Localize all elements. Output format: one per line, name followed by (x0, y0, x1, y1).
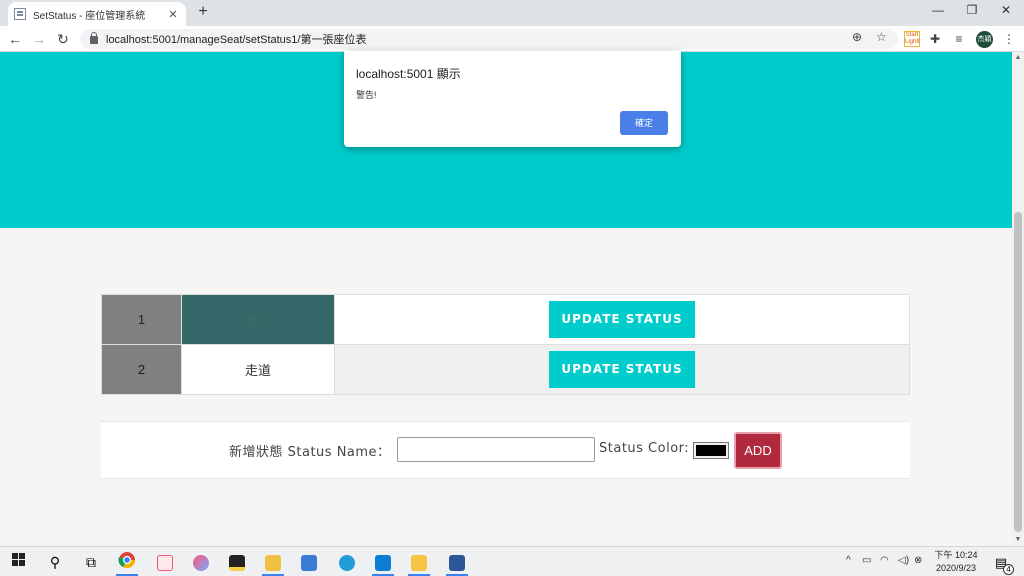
volume-icon[interactable]: ◁) (898, 555, 909, 566)
windows-start-icon[interactable] (8, 551, 30, 573)
scroll-up-icon[interactable]: ▲ (1012, 52, 1024, 64)
zoom-icon[interactable]: ⊕ (852, 30, 862, 44)
clock-date: 2020/9/23 (935, 563, 977, 573)
dialog-message: 警告! (356, 90, 377, 100)
extensions-puzzle-icon[interactable]: ✚ (926, 30, 944, 48)
edge-icon[interactable] (336, 551, 358, 573)
action-cell: UPDATE STATUS (334, 294, 910, 345)
color-swatch (696, 445, 726, 456)
system-clock[interactable]: 下午 10:24 2020/9/23 (928, 549, 984, 575)
bookmark-star-icon[interactable]: ☆ (876, 30, 887, 44)
status-color-picker[interactable] (693, 442, 729, 459)
status-color-label: Status Color: (599, 441, 690, 456)
notification-center-icon[interactable]: ▤ 4 (990, 551, 1014, 575)
back-button[interactable]: ← (6, 30, 24, 48)
task-view-icon[interactable]: ⧉ (80, 551, 102, 573)
scroll-down-icon[interactable]: ▼ (1012, 534, 1024, 546)
status-name-input[interactable] (397, 437, 595, 462)
dialog-ok-button[interactable]: 確定 (620, 111, 668, 135)
update-status-button[interactable]: UPDATE STATUS (549, 351, 695, 388)
tab-close-icon[interactable]: ✕ (166, 8, 180, 21)
chrome-icon[interactable] (116, 551, 138, 576)
scrollbar-thumb[interactable] (1014, 212, 1022, 532)
reading-list-icon[interactable]: ≡ (950, 30, 968, 48)
menu-kebab-icon[interactable]: ⋮ (1000, 30, 1018, 48)
paint-icon[interactable] (190, 551, 212, 573)
minimize-button[interactable]: — (920, 0, 956, 22)
lock-icon (90, 32, 98, 44)
status-table: 1 座位 UPDATE STATUS 2 走道 UPDATE STATUS (101, 294, 910, 395)
url-text: localhost:5001/manageSeat/setStatus1/第一張… (106, 34, 367, 46)
status-name-cell: 座位 (181, 294, 335, 345)
tools-icon[interactable] (262, 551, 284, 576)
action-cell: UPDATE STATUS (334, 344, 910, 395)
sticky-notes-icon[interactable] (226, 551, 248, 573)
status-name-cell: 走道 (181, 344, 335, 395)
status-name-label: 新增狀態 Status Name： (229, 445, 391, 460)
forward-button[interactable]: → (30, 30, 48, 48)
tab-strip: SetStatus - 座位管理系統 ✕ + — ❐ ✕ (0, 0, 1024, 26)
address-bar[interactable]: localhost:5001/manageSeat/setStatus1/第一張… (80, 29, 898, 49)
page-favicon-icon (14, 8, 26, 20)
battery-icon[interactable]: ▭ (862, 555, 871, 566)
search-icon[interactable]: ⚲ (44, 551, 66, 573)
wifi-icon[interactable]: ◠ (880, 555, 889, 566)
new-tab-button[interactable]: + (194, 3, 212, 21)
status-icon[interactable]: ⊗ (914, 555, 922, 566)
table-row: 1 座位 UPDATE STATUS (101, 294, 910, 345)
row-number: 1 (101, 294, 182, 345)
lighthouse-extension-icon[interactable]: Start Lighthouse (904, 31, 920, 47)
restore-button[interactable]: ❐ (954, 0, 990, 22)
word-icon[interactable] (446, 551, 468, 576)
notification-count: 4 (1003, 564, 1014, 575)
close-window-button[interactable]: ✕ (988, 0, 1024, 22)
browser-tab[interactable]: SetStatus - 座位管理系統 ✕ (8, 2, 186, 26)
windows-taskbar: ⚲ ⧉ ^ ▭ ◠ ◁) ⊗ 下午 10:24 2020/9/23 ▤ 4 (0, 546, 1024, 576)
add-button[interactable]: ADD (734, 432, 782, 469)
file-explorer-icon[interactable] (408, 551, 430, 576)
update-status-button[interactable]: UPDATE STATUS (549, 301, 695, 338)
tab-title: SetStatus - 座位管理系統 (33, 10, 146, 22)
dialog-title: localhost:5001 顯示 (356, 67, 461, 81)
clock-time: 下午 10:24 (934, 550, 978, 560)
add-status-form: 新增狀態 Status Name： Status Color: ADD (101, 421, 910, 479)
tray-chevron-icon[interactable]: ^ (846, 555, 851, 566)
snip-tool-icon[interactable] (154, 551, 176, 573)
row-number: 2 (101, 344, 182, 395)
page-scrollbar[interactable]: ▲ ▼ (1012, 52, 1024, 546)
calculator-icon[interactable] (298, 551, 320, 573)
browser-toolbar: ← → ↻ localhost:5001/manageSeat/setStatu… (0, 26, 1024, 52)
profile-avatar[interactable]: 杰穎 (976, 31, 993, 48)
table-row: 2 走道 UPDATE STATUS (101, 344, 910, 395)
reload-button[interactable]: ↻ (54, 30, 72, 48)
alert-dialog: localhost:5001 顯示 警告! 確定 (344, 51, 681, 147)
vscode-icon[interactable] (372, 551, 394, 576)
